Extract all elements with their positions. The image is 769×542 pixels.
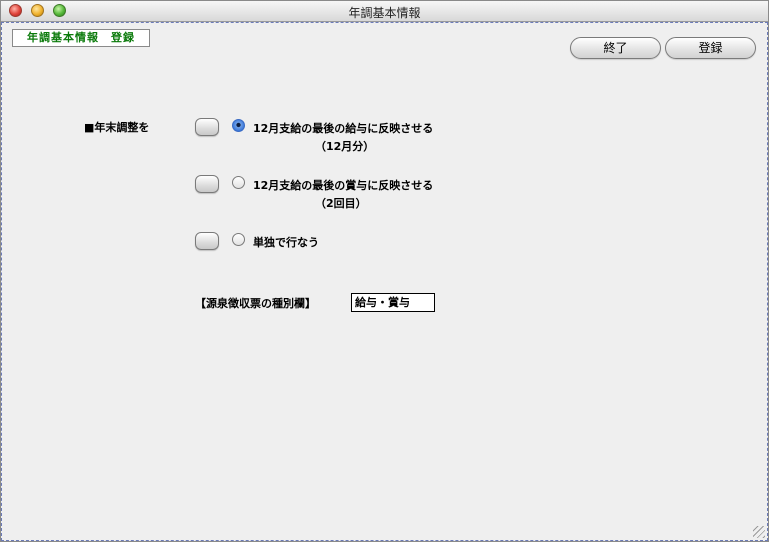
option-2-radio[interactable] [232, 176, 245, 189]
window-title: 年調基本情報 [348, 6, 421, 20]
option-3-radio[interactable] [232, 233, 245, 246]
option-1-sublabel: （12月分） [315, 140, 375, 153]
year-end-adjustment-label: ■年末調整を [84, 121, 150, 134]
option-1-radio[interactable] [232, 119, 245, 132]
title-bar[interactable]: 年調基本情報 [1, 1, 768, 22]
resize-grip-icon[interactable] [753, 526, 765, 538]
option-2-label: 12月支給の最後の賞与に反映させる [253, 179, 434, 192]
content-area: 年調基本情報 登録 終了 登録 ■年末調整を 12月支給の最後の給与に反映させる… [1, 22, 768, 541]
option-1-label: 12月支給の最後の給与に反映させる [253, 122, 434, 135]
withholding-type-label: 【源泉徴収票の種別欄】 [195, 297, 316, 310]
form-title-label: 年調基本情報 登録 [12, 29, 150, 47]
option-2-select-button[interactable] [195, 175, 219, 193]
option-2-sublabel: （2回目） [315, 197, 367, 210]
exit-button[interactable]: 終了 [570, 37, 661, 59]
option-1-select-button[interactable] [195, 118, 219, 136]
option-3-select-button[interactable] [195, 232, 219, 250]
register-button[interactable]: 登録 [665, 37, 756, 59]
option-3-label: 単独で行なう [253, 236, 319, 249]
withholding-type-field[interactable]: 給与・賞与 [351, 293, 435, 312]
app-window: 年調基本情報 年調基本情報 登録 終了 登録 ■年末調整を 12月支給の最後の給… [0, 0, 769, 542]
